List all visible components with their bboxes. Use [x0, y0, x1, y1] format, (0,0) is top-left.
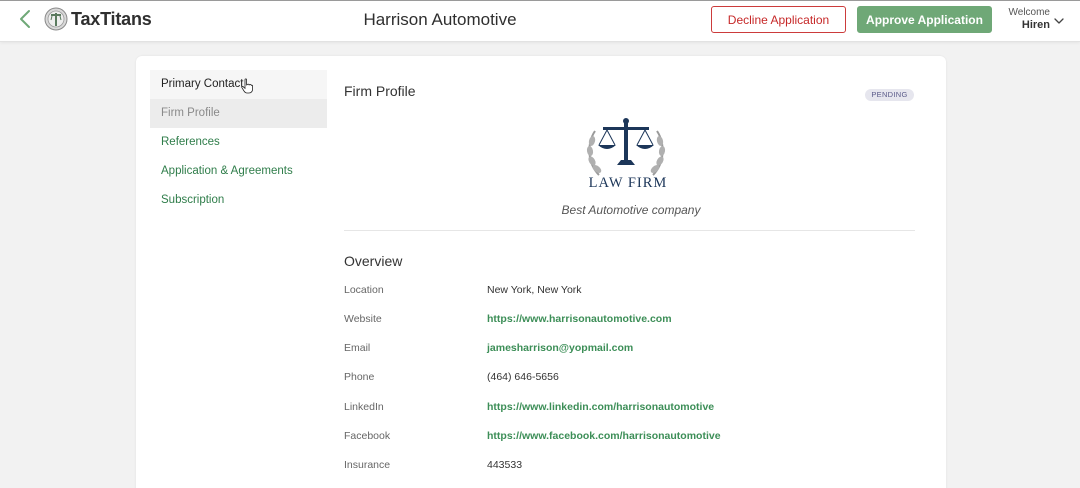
detail-row-facebook: Facebook https://www.facebook.com/harris… [344, 430, 915, 446]
detail-row-insurance: Insurance 443533 [344, 459, 915, 475]
nav-item-application-agreements[interactable]: Application & Agreements [150, 157, 327, 186]
user-name: Hiren [1021, 19, 1050, 31]
detail-label: Facebook [344, 430, 391, 442]
section-nav: Primary Contact Firm Profile References … [150, 70, 327, 215]
taxtitans-logo-icon [44, 7, 68, 31]
pointer-cursor-icon [241, 78, 253, 94]
detail-label: Insurance [344, 459, 391, 471]
nav-item-references[interactable]: References [150, 128, 327, 157]
detail-value: (464) 646-5656 [487, 371, 559, 383]
detail-row-linkedin: LinkedIn https://www.linkedin.com/harris… [344, 401, 915, 417]
firm-profile-heading: Firm Profile [344, 83, 416, 99]
detail-label: LinkedIn [344, 401, 384, 413]
detail-row-website: Website https://www.harrisonautomotive.c… [344, 313, 915, 329]
firm-logo-wordmark: LAW FIRM [588, 175, 668, 191]
approve-application-button[interactable]: Approve Application [857, 6, 992, 33]
welcome-label: Welcome [1008, 7, 1051, 18]
detail-label: Website [344, 313, 382, 325]
detail-label: Location [344, 284, 384, 296]
nav-item-primary-contact[interactable]: Primary Contact [150, 70, 327, 99]
brand-name: TaxTitans [71, 8, 152, 29]
status-badge: PENDING [865, 89, 914, 101]
chevron-down-icon[interactable] [1052, 14, 1066, 28]
detail-row-location: Location New York, New York [344, 284, 915, 300]
facebook-link[interactable]: https://www.facebook.com/harrisonautomot… [487, 430, 721, 442]
overview-heading: Overview [344, 253, 403, 269]
detail-label: Phone [344, 371, 375, 383]
top-bar: TaxTitans Harrison Automotive Decline Ap… [0, 0, 1080, 42]
email-link[interactable]: jamesharrison@yopmail.com [487, 342, 633, 354]
back-chevron-icon[interactable] [14, 7, 38, 31]
page-title: Harrison Automotive [363, 10, 517, 29]
nav-item-subscription[interactable]: Subscription [150, 186, 327, 215]
detail-value: 443533 [487, 459, 523, 471]
application-card: Primary Contact Firm Profile References … [136, 56, 946, 488]
website-link[interactable]: https://www.harrisonautomotive.com [487, 313, 672, 325]
decline-application-button[interactable]: Decline Application [711, 6, 846, 33]
user-menu[interactable]: Welcome Hiren [1002, 7, 1051, 31]
detail-label: Email [344, 342, 371, 354]
linkedin-link[interactable]: https://www.linkedin.com/harrisonautomot… [487, 401, 714, 413]
divider [344, 230, 915, 231]
detail-row-phone: Phone (464) 646-5656 [344, 371, 915, 387]
firm-tagline: Best Automotive company [561, 203, 701, 217]
detail-row-email: Email jamesharrison@yopmail.com [344, 342, 915, 358]
brand-logo[interactable]: TaxTitans [44, 6, 152, 32]
detail-value: New York, New York [487, 284, 582, 296]
nav-item-firm-profile[interactable]: Firm Profile [150, 99, 327, 128]
